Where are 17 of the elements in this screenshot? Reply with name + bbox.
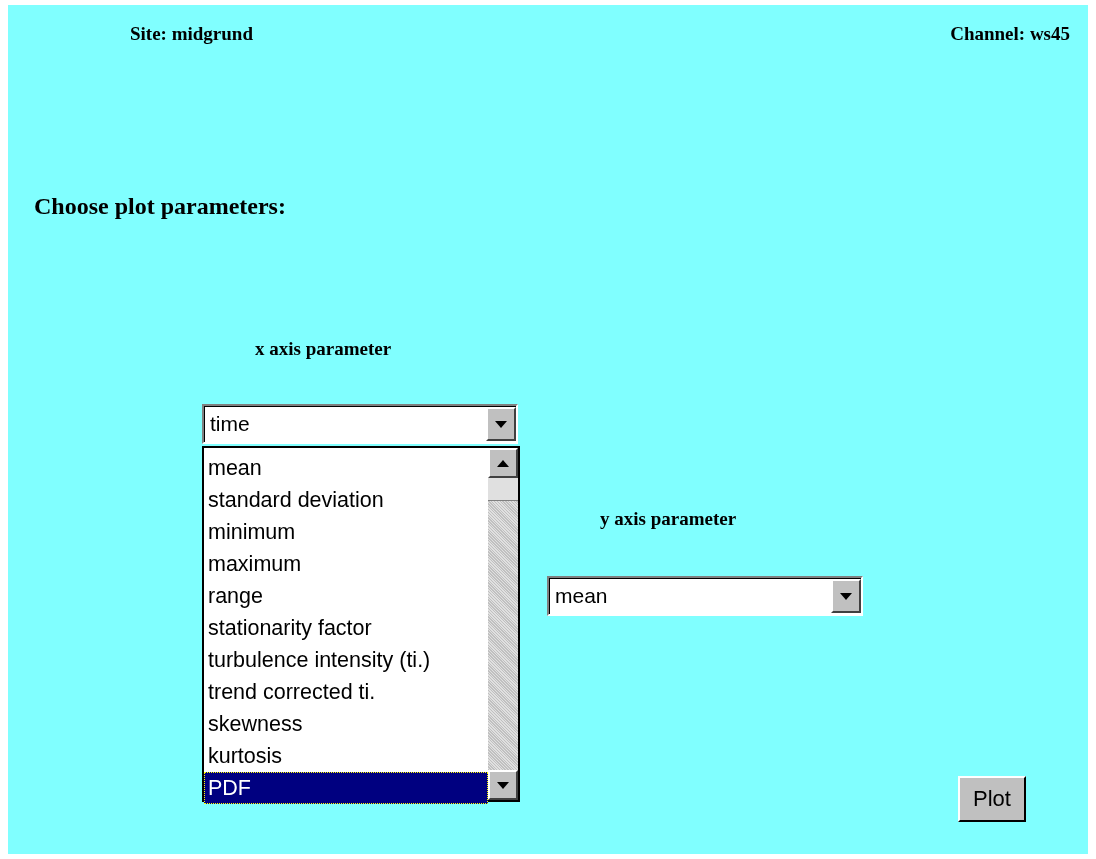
scroll-up-arrow-icon [497, 459, 509, 467]
y-axis-select[interactable]: mean [547, 576, 863, 616]
page-heading: Choose plot parameters: [34, 193, 287, 220]
scroll-thumb[interactable] [488, 478, 518, 501]
channel-label: Channel: ws45 [950, 23, 1070, 45]
x-axis-select[interactable]: time [202, 404, 518, 444]
y-axis-label: y axis parameter [600, 508, 738, 530]
dropdown-arrow-icon [497, 781, 509, 789]
scrollbar[interactable] [488, 448, 518, 800]
dropdown-button[interactable] [831, 579, 861, 613]
dropdown-option[interactable]: PDF [204, 772, 488, 804]
dropdown-button[interactable] [486, 407, 516, 441]
dropdown-arrow-icon [495, 420, 507, 428]
x-axis-label: x axis parameter [255, 338, 393, 360]
plot-button[interactable]: Plot [958, 776, 1026, 822]
dropdown-arrow-icon [840, 592, 852, 600]
site-label: Site: midgrund [130, 23, 253, 45]
